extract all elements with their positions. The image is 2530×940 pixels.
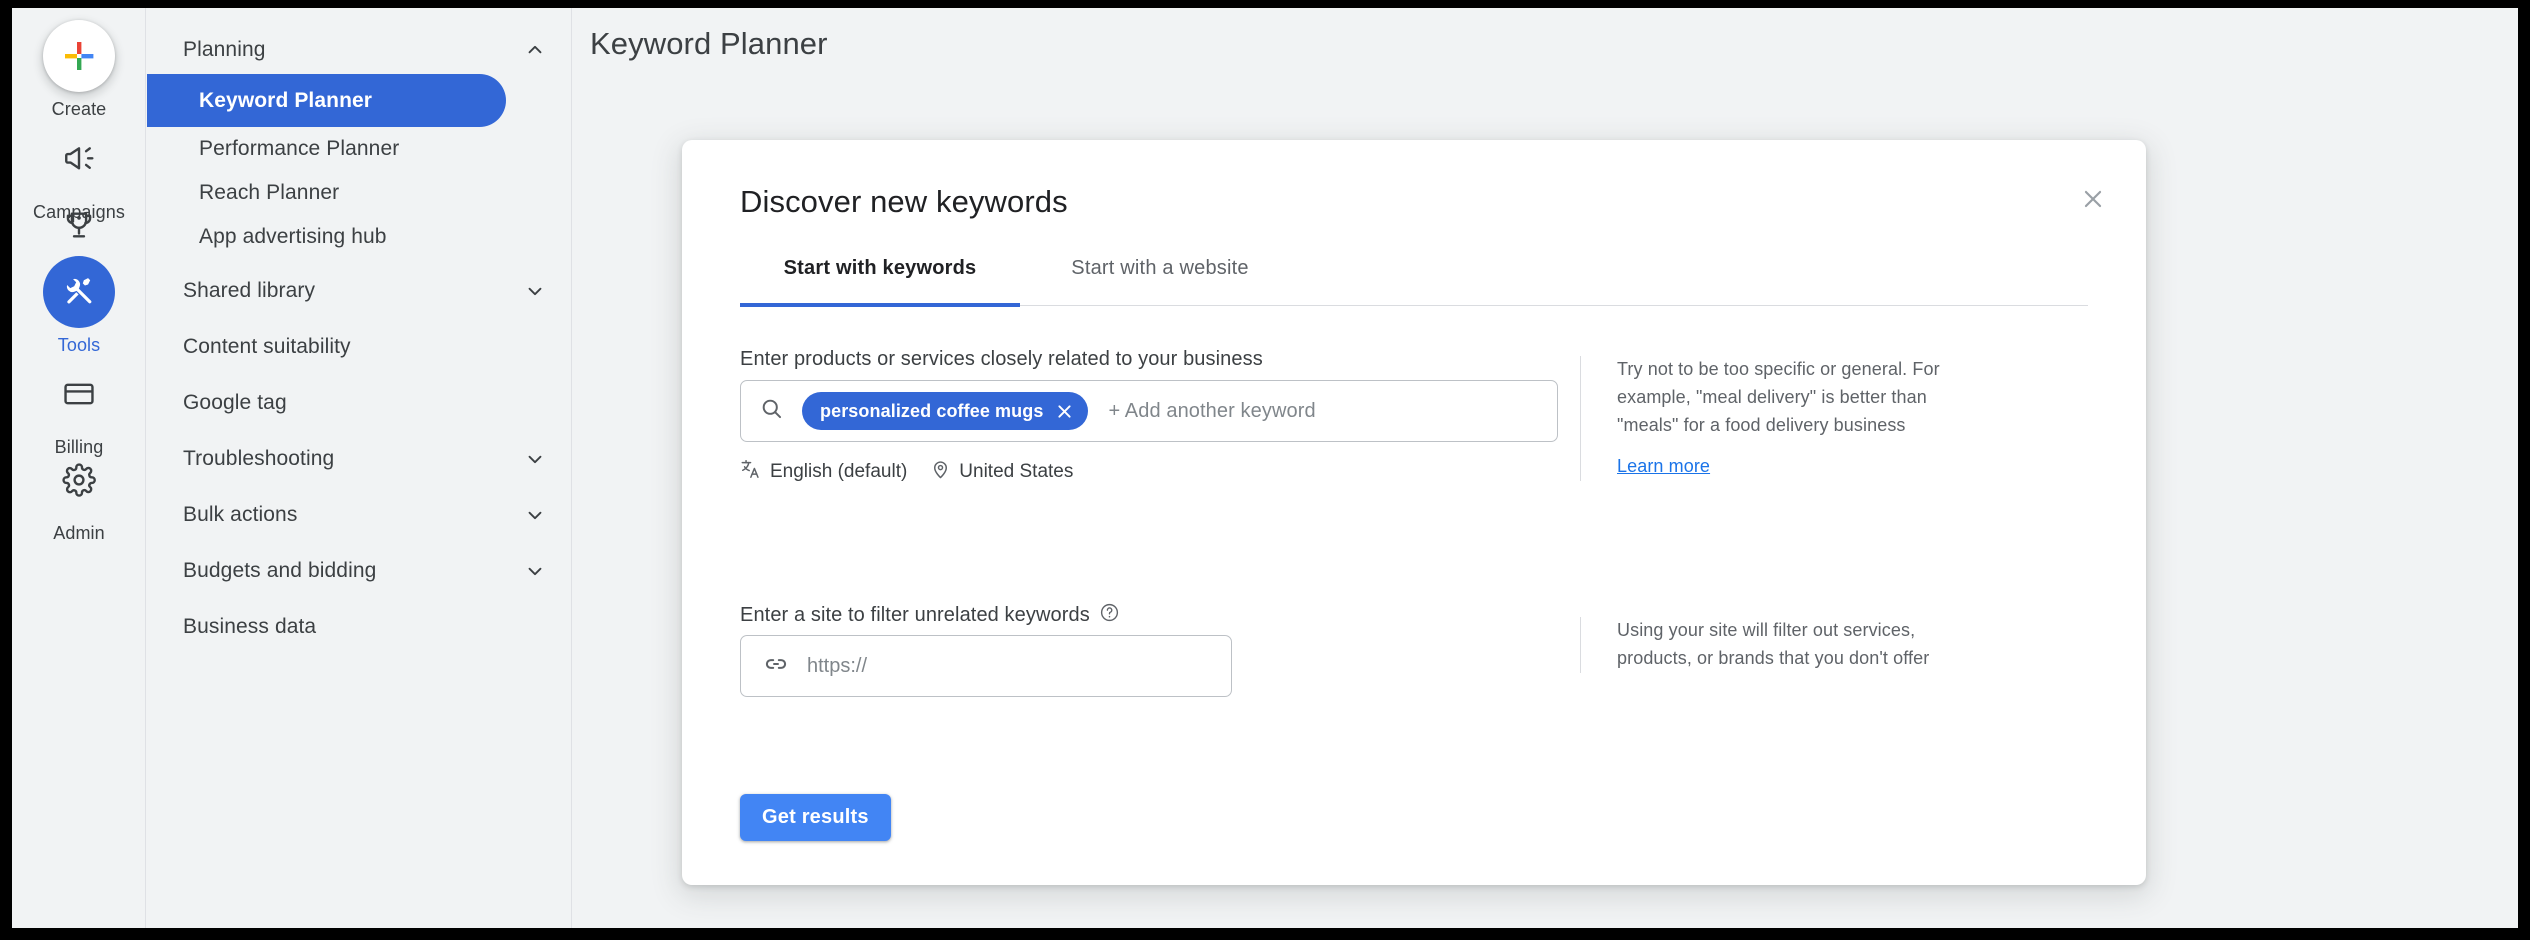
get-results-button[interactable]: Get results — [740, 794, 891, 841]
discover-keywords-dialog: Discover new keywords Start with keyword… — [682, 140, 2146, 885]
language-selector[interactable]: English (default) — [740, 458, 907, 486]
chevron-down-icon[interactable] — [523, 279, 547, 303]
close-icon[interactable] — [1055, 402, 1074, 421]
nav-item-planning[interactable]: Planning — [147, 28, 571, 72]
tools-icon — [43, 256, 115, 328]
rail-item-create[interactable]: Create — [12, 20, 146, 120]
nav-item-budgets-and-bidding[interactable]: Budgets and bidding — [147, 549, 571, 593]
nav-label-business-data: Business data — [183, 615, 547, 639]
nav-spacer — [147, 315, 571, 325]
nav-label-reach-planner: Reach Planner — [199, 181, 547, 205]
close-icon[interactable] — [2070, 176, 2116, 222]
google-plus-icon — [43, 20, 115, 92]
link-icon — [763, 651, 789, 682]
tab-start-with-a-website[interactable]: Start with a website — [1020, 244, 1300, 306]
location-pin-icon — [930, 459, 951, 486]
site-url-input[interactable]: https:// — [740, 635, 1232, 697]
rail-item-billing[interactable]: Billing — [12, 358, 146, 458]
site-hint: Using your site will filter out services… — [1580, 617, 1952, 673]
chevron-down-icon[interactable] — [523, 559, 547, 583]
nav-item-performance-planner[interactable]: Performance Planner — [147, 127, 571, 171]
rail-item-admin[interactable]: Admin — [12, 444, 146, 544]
translate-icon — [740, 458, 762, 486]
nav-spacer — [147, 427, 571, 437]
nav-spacer — [147, 595, 571, 605]
dialog-title: Discover new keywords — [740, 184, 1068, 220]
content-area: Keyword Planner Discover new keywords St… — [573, 8, 2518, 928]
chevron-down-icon[interactable] — [523, 503, 547, 527]
nav-label-planning: Planning — [183, 38, 523, 62]
keyword-input[interactable]: personalized coffee mugs + Add another k… — [740, 380, 1558, 442]
nav-label-keyword-planner: Keyword Planner — [199, 89, 482, 113]
nav-item-google-tag[interactable]: Google tag — [147, 381, 571, 425]
chevron-up-icon[interactable] — [523, 38, 547, 62]
trophy-icon — [43, 189, 115, 261]
search-icon — [759, 396, 784, 426]
dialog-tabs: Start with keywords Start with a website — [740, 244, 2088, 306]
site-field-label: Enter a site to filter unrelated keyword… — [740, 602, 1120, 629]
language-label: English (default) — [770, 461, 907, 483]
nav-item-reach-planner[interactable]: Reach Planner — [147, 171, 571, 215]
gear-icon — [43, 444, 115, 516]
keyword-field-label: Enter products or services closely relat… — [740, 348, 1263, 371]
add-another-keyword-placeholder[interactable]: + Add another keyword — [1108, 400, 1315, 423]
nav-label-budgets-and-bidding: Budgets and bidding — [183, 559, 523, 583]
nav-label-app-advertising-hub: App advertising hub — [199, 225, 547, 249]
keyword-hint: Try not to be too specific or general. F… — [1580, 356, 1952, 481]
icon-rail: Create Campaigns Goals — [12, 8, 146, 928]
nav-item-content-suitability[interactable]: Content suitability — [147, 325, 571, 369]
nav-label-shared-library: Shared library — [183, 279, 523, 303]
rail-label-create: Create — [52, 99, 107, 120]
page-title: Keyword Planner — [590, 26, 828, 62]
keyword-chip[interactable]: personalized coffee mugs — [802, 392, 1088, 430]
nav-label-bulk-actions: Bulk actions — [183, 503, 523, 527]
keyword-field-label-text: Enter products or services closely relat… — [740, 348, 1263, 371]
nav-label-content-suitability: Content suitability — [183, 335, 547, 359]
nav-item-keyword-planner[interactable]: Keyword Planner — [147, 74, 506, 127]
location-label: United States — [959, 461, 1073, 483]
learn-more-link[interactable]: Learn more — [1617, 453, 1710, 481]
chevron-down-icon[interactable] — [523, 447, 547, 471]
app-frame: Create Campaigns Goals — [12, 8, 2518, 928]
nav-item-troubleshooting[interactable]: Troubleshooting — [147, 437, 571, 481]
nav-spacer — [147, 371, 571, 381]
nav-spacer — [147, 483, 571, 493]
rail-label-admin: Admin — [53, 523, 105, 544]
keyword-hint-text: Try not to be too specific or general. F… — [1617, 359, 1940, 435]
nav-label-google-tag: Google tag — [183, 391, 547, 415]
nav-item-shared-library[interactable]: Shared library — [147, 269, 571, 313]
site-url-placeholder: https:// — [807, 655, 867, 678]
keyword-meta-row: English (default) United States — [740, 458, 1073, 486]
nav-spacer — [147, 539, 571, 549]
help-circle-icon[interactable] — [1099, 602, 1120, 629]
nav-item-business-data[interactable]: Business data — [147, 605, 571, 649]
nav-item-app-advertising-hub[interactable]: App advertising hub — [147, 215, 571, 259]
rail-label-tools: Tools — [58, 335, 101, 356]
credit-card-icon — [43, 358, 115, 430]
site-hint-text: Using your site will filter out services… — [1617, 620, 1929, 668]
keyword-chip-label: personalized coffee mugs — [820, 401, 1043, 422]
megaphone-icon — [43, 123, 115, 195]
site-field-label-text: Enter a site to filter unrelated keyword… — [740, 604, 1090, 627]
nav-label-performance-planner: Performance Planner — [199, 137, 547, 161]
nav-item-bulk-actions[interactable]: Bulk actions — [147, 493, 571, 537]
rail-item-tools[interactable]: Tools — [12, 256, 146, 356]
nav-spacer — [147, 259, 571, 269]
section-nav: Planning Keyword Planner Performance Pla… — [147, 8, 572, 928]
tab-start-with-keywords[interactable]: Start with keywords — [740, 244, 1020, 306]
location-selector[interactable]: United States — [930, 459, 1073, 486]
nav-label-troubleshooting: Troubleshooting — [183, 447, 523, 471]
